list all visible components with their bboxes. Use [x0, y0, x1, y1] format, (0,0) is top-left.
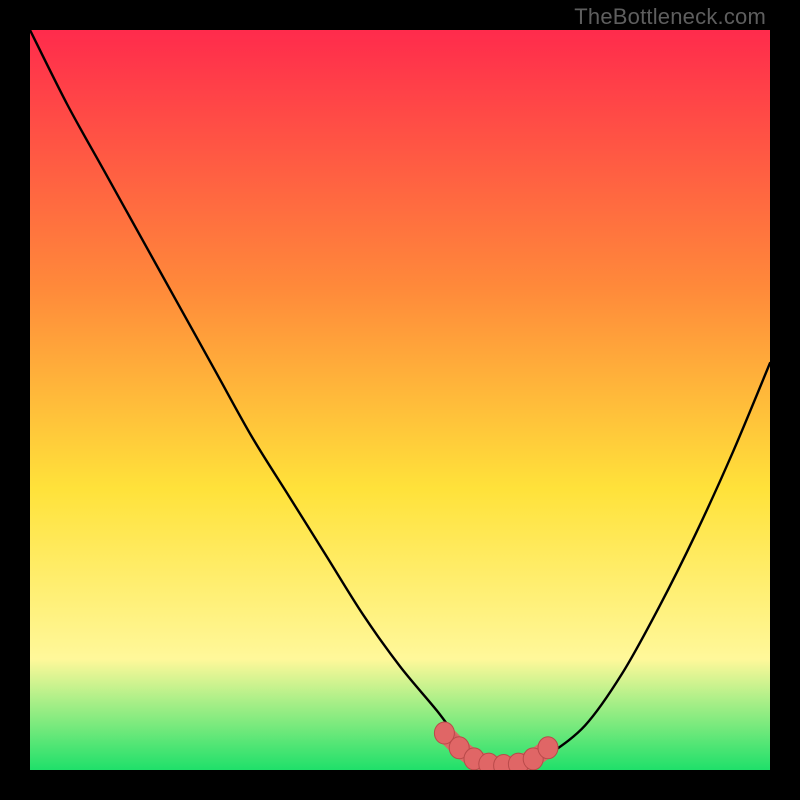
watermark-text: TheBottleneck.com	[574, 4, 766, 30]
gradient-background	[30, 30, 770, 770]
marker-point	[538, 737, 558, 759]
chart-frame	[30, 30, 770, 770]
bottleneck-chart	[30, 30, 770, 770]
